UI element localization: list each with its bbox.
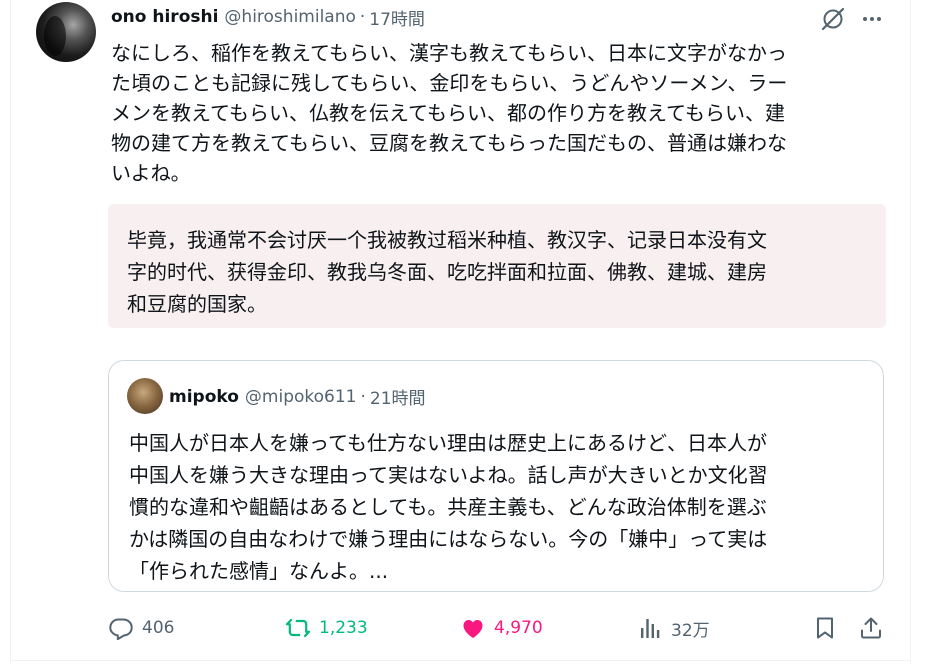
bookmark-icon — [817, 617, 833, 639]
quote-text: 中国人が日本人を嫌っても仕方ない理由は歴史上にあるけど、日本人が 中国人を嫌う大… — [129, 427, 869, 587]
quote-author-handle: @mipoko611 — [244, 386, 357, 407]
quote-header-separator: · — [360, 386, 366, 407]
frame-left-border — [10, 0, 11, 664]
author-avatar[interactable] — [36, 2, 96, 62]
author-name[interactable]: ono hiroshi — [111, 7, 218, 27]
quoted-post[interactable]: mipoko @mipoko611 · 21時間 中国人が日本人を嫌っても仕方な… — [108, 360, 884, 592]
translation-line: 毕竟，我通常不会讨厌一个我被教过稻米种植、教汉字、记录日本没有文 — [127, 228, 767, 252]
post-header: ono hiroshi @hiroshimilano · 17時間 — [111, 5, 425, 30]
reply-count: 406 — [142, 618, 175, 638]
quote-line: 慣的な違和や齟齬はあるとしても。共産主義も、どんな政治体制を選ぶ — [129, 495, 767, 519]
frame-bottom-border — [10, 660, 911, 661]
reply-icon — [109, 618, 133, 641]
views-count: 32万 — [671, 620, 710, 641]
action-bar: 406 1,233 4,970 32万 — [0, 610, 933, 646]
quote-line: 中国人が日本人を嫌っても仕方ない理由は歴史上にあるけど、日本人が — [129, 431, 767, 455]
post-line: いよね。 — [111, 161, 191, 185]
translation-line: 字的时代、获得金印、教我乌冬面、吃吃拌面和拉面、佛教、建城、建房 — [127, 260, 767, 284]
more-icon[interactable] — [858, 6, 886, 32]
post-line: なにしろ、稲作を教えてもらい、漢字も教えてもらい、日本に文字がなかっ — [111, 41, 787, 65]
share-button[interactable] — [858, 610, 884, 646]
post-line: た頃のことも記録に残してもらい、金印をもらい、うどんやソーメン、ラー — [111, 71, 788, 95]
grok-icon[interactable] — [820, 6, 846, 32]
views-button[interactable]: 32万 — [637, 610, 710, 646]
quote-time: 21時間 — [369, 389, 426, 409]
reply-button[interactable]: 406 — [108, 610, 174, 646]
post-time[interactable]: 17時間 — [369, 5, 425, 30]
repost-button[interactable]: 1,233 — [285, 610, 368, 646]
post-line: 物の建て方を教えてもらい、豆腐を教えてもらった国だもの、普通は嫌わな — [111, 131, 787, 155]
views-icon — [641, 619, 660, 638]
heart-icon — [463, 620, 483, 638]
quote-line: かは隣国の自由なわけで嫌う理由にはならない。今の「嫌中」って実は — [129, 527, 768, 551]
translation-text: 毕竟，我通常不会讨厌一个我被教过稻米种植、教汉字、记录日本没有文 字的时代、获得… — [127, 224, 872, 320]
post-text: なにしろ、稲作を教えてもらい、漢字も教えてもらい、日本に文字がなかっ た頃のこと… — [111, 38, 886, 188]
quote-author-name: mipoko — [169, 386, 239, 407]
translation-line: 和豆腐的国家。 — [127, 292, 267, 316]
quote-author-avatar — [127, 378, 163, 414]
frame-right-border — [910, 0, 911, 664]
repost-icon — [285, 618, 311, 638]
bookmark-button[interactable] — [812, 610, 838, 646]
author-handle[interactable]: @hiroshimilano — [224, 7, 355, 27]
share-icon — [861, 617, 881, 639]
like-count: 4,970 — [494, 618, 543, 638]
post-line: メンを教えてもらい、仏教を伝えてもらい、都の作り方を教えてもらい、建 — [111, 101, 785, 125]
quote-line: 中国人を嫌う大きな理由って実はないよね。話し声が大きいとか文化習 — [129, 463, 768, 487]
quote-header: mipoko @mipoko611 · 21時間 — [169, 384, 426, 410]
translation-box: 毕竟，我通常不会讨厌一个我被教过稻米种植、教汉字、记录日本没有文 字的时代、获得… — [108, 204, 886, 328]
like-button[interactable]: 4,970 — [460, 610, 543, 646]
repost-count: 1,233 — [319, 618, 368, 638]
avatar-shade — [44, 16, 66, 56]
quote-line: 「作られた感情」なんよ。... — [129, 559, 389, 583]
header-separator: · — [359, 7, 366, 27]
